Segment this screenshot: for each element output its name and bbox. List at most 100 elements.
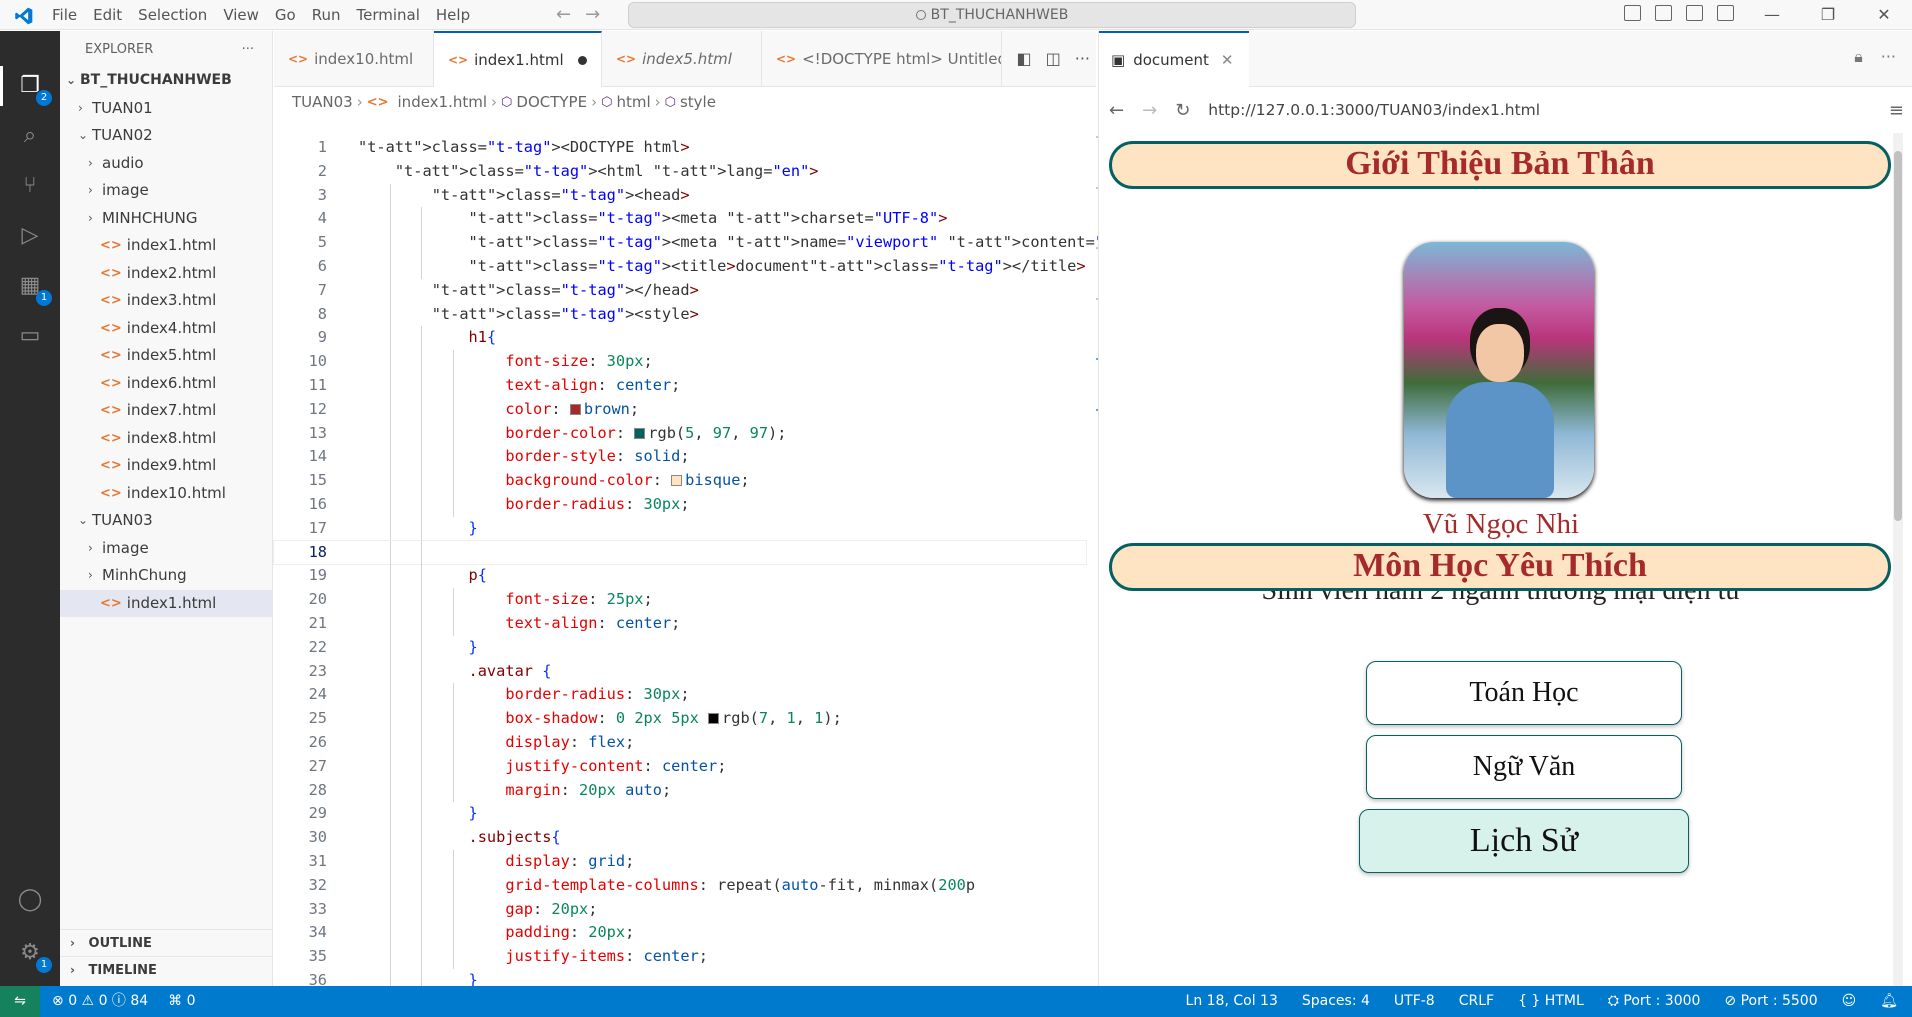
code-line[interactable]: 16 border-radius: 30px; [274, 492, 1086, 517]
folder-tuan02-minhchung[interactable]: › MINHCHUNG [60, 205, 272, 233]
code-area[interactable]: 1 "t-att">class="t-tag"><DOCTYPE html> 2 "… [273, 136, 1334, 1017]
code-line[interactable]: 31 display: grid; [274, 849, 1086, 874]
folder-tuan03-image[interactable]: › image [60, 535, 272, 563]
scroll-thumb[interactable] [1894, 151, 1902, 521]
code-line[interactable]: 9 h1{ [274, 326, 1086, 351]
remote-indicator-icon[interactable]: ⇋ [0, 986, 40, 1017]
code-line[interactable]: 30 .subjects{ [274, 826, 1086, 850]
file-tuan02-index4-html[interactable]: <> index4.html [60, 315, 272, 343]
menu-item-edit[interactable]: Edit [85, 6, 130, 24]
code-line[interactable]: 17 } [274, 516, 1086, 541]
code-line[interactable]: 34 padding: 20px; [274, 921, 1086, 946]
color-swatch[interactable] [634, 427, 646, 439]
file-tuan02-index8-html[interactable]: <> index8.html [60, 425, 272, 453]
problems-indicator[interactable]: ⊗ 0 ⚠ 0 ⓘ 84 [52, 986, 148, 1017]
cursor-position[interactable]: Ln 18, Col 13 [1186, 986, 1278, 1017]
notifications-icon[interactable]: 🔔︎ [1880, 986, 1898, 1017]
code-line[interactable]: 11 text-align: center; [274, 373, 1086, 398]
breadcrumb-item[interactable]: index1.html [398, 93, 488, 111]
menu-item-file[interactable]: File [44, 6, 85, 24]
code-line[interactable]: 33 gap: 20px; [274, 897, 1086, 922]
menu-item-view[interactable]: View [215, 6, 267, 24]
toggle-primary-sidebar-icon[interactable] [1624, 5, 1641, 21]
file-tuan02-index7-html[interactable]: <> index7.html [60, 397, 272, 425]
back-icon[interactable]: ← [1109, 100, 1124, 121]
code-line[interactable]: 5 "t-att">class="t-tag"><meta "t-att">na… [274, 231, 1334, 255]
more-actions-icon[interactable]: ··· [1881, 47, 1896, 67]
remote-explorer-icon[interactable]: ▭ [14, 320, 46, 352]
menu-item-terminal[interactable]: Terminal [349, 6, 428, 24]
tab-index10[interactable]: <> index10.html [274, 31, 434, 87]
code-line[interactable]: 28 margin: 20px auto; [274, 778, 1086, 803]
code-line[interactable]: 24 border-radius: 30px; [274, 683, 1086, 708]
folder-tuan03[interactable]: ⌄ TUAN03 [60, 507, 272, 535]
code-line[interactable]: 14 border-style: solid; [274, 445, 1086, 470]
code-line[interactable]: 21 text-align: center; [274, 611, 1086, 636]
code-line[interactable]: 12 color: brown; [274, 397, 1086, 422]
tab-index1[interactable]: <> index1.html [434, 31, 602, 87]
tab-document[interactable]: ▣ document ✕ [1099, 31, 1249, 87]
code-line[interactable]: 18 [273, 539, 1087, 566]
url-field[interactable]: http://127.0.0.1:3000/TUAN03/index1.html [1208, 101, 1540, 119]
code-line[interactable]: 27 justify-content: center; [274, 754, 1086, 779]
code-line[interactable]: 3 "t-att">class="t-tag"><head> [274, 183, 1086, 208]
tab-untitled[interactable]: <> <!DOCTYPE html> Untitled [762, 31, 1002, 87]
code-line[interactable]: 7 "t-att">class="t-tag"></head> [274, 278, 1086, 303]
port-5500[interactable]: ⊘ Port : 5500 [1724, 986, 1817, 1017]
color-swatch[interactable] [671, 475, 683, 487]
toggle-panel-icon[interactable] [1655, 5, 1672, 21]
breadcrumb-item[interactable]: style [680, 93, 716, 111]
language-mode[interactable]: { } HTML [1518, 986, 1584, 1017]
toggle-secondary-sidebar-icon[interactable] [1686, 5, 1703, 21]
outline-section[interactable]: › OUTLINE [60, 929, 273, 956]
folder-tuan02-image[interactable]: › image [60, 177, 272, 205]
extensions-icon[interactable]: ▦ 1 [14, 270, 52, 306]
file-tuan02-index1-html[interactable]: <> index1.html [60, 232, 272, 260]
command-center[interactable]: BT_THUCHANHWEB [628, 2, 1356, 28]
code-line[interactable]: 8 "t-att">class="t-tag"><style> [274, 302, 1086, 327]
line-endings[interactable]: CRLF [1459, 986, 1494, 1017]
code-line[interactable]: 2 "t-att">class="t-tag"><html "t-att">la… [274, 160, 1086, 184]
forward-arrow-icon[interactable]: → [585, 4, 600, 25]
breadcrumb-item[interactable]: TUAN03 [292, 93, 353, 111]
copilot-icon[interactable]: ☺ [1842, 986, 1857, 1017]
file-tuan03-index1-html[interactable]: <> index1.html [60, 589, 272, 617]
more-actions-icon[interactable]: ··· [1075, 49, 1090, 68]
code-line[interactable]: 23 .avatar { [274, 659, 1086, 684]
file-tuan02-index2-html[interactable]: <> index2.html [60, 260, 272, 288]
menu-item-run[interactable]: Run [304, 6, 349, 24]
tab-index5[interactable]: <> index5.html [602, 31, 762, 87]
file-tuan02-index6-html[interactable]: <> index6.html [60, 370, 272, 398]
folder-bt-thuchanhweb[interactable]: ⌄ BT_THUCHANHWEB [60, 67, 272, 95]
hamburger-menu-icon[interactable]: ≡ [1889, 100, 1904, 121]
close-window-icon[interactable]: ✕ [1856, 0, 1912, 30]
color-swatch[interactable] [569, 403, 581, 415]
reload-icon[interactable]: ↻ [1175, 100, 1190, 121]
back-arrow-icon[interactable]: ← [556, 4, 571, 25]
folder-tuan03-minhchung[interactable]: › MinhChung [60, 562, 272, 590]
port-3000[interactable]: ⛭ Port : 3000 [1608, 986, 1701, 1017]
source-control-icon[interactable]: ⑂ [14, 170, 46, 202]
customize-layout-icon[interactable] [1717, 5, 1734, 21]
settings-gear-icon[interactable]: ⚙ 1 [14, 937, 52, 973]
more-actions-icon[interactable]: ··· [242, 42, 254, 57]
close-tab-icon[interactable]: ✕ [1221, 51, 1234, 69]
code-line[interactable]: 19 p{ [274, 564, 1086, 589]
search-view-icon[interactable]: ⌕ [14, 120, 46, 152]
indentation[interactable]: Spaces: 4 [1302, 986, 1370, 1017]
code-line[interactable]: 20 font-size: 25px; [274, 588, 1086, 612]
run-debug-icon[interactable]: ▷ [14, 220, 46, 252]
breadcrumb-item[interactable]: html [616, 93, 650, 111]
code-line[interactable]: 22 } [274, 635, 1086, 660]
file-tuan02-index5-html[interactable]: <> index5.html [60, 342, 272, 370]
file-tuan02-index10-html[interactable]: <> index10.html [60, 480, 272, 508]
lock-icon[interactable]: 🔒︎ [1854, 47, 1863, 67]
color-swatch[interactable] [708, 713, 720, 725]
code-line[interactable]: 15 background-color: bisque; [274, 469, 1086, 493]
preview-scrollbar[interactable] [1893, 133, 1903, 986]
folder-tuan02[interactable]: ⌄ TUAN02 [60, 122, 272, 150]
code-line[interactable]: 10 font-size: 30px; [274, 350, 1086, 374]
code-line[interactable]: 6 "t-att">class="t-tag"><title>document"… [274, 254, 1086, 279]
menu-item-go[interactable]: Go [267, 6, 304, 24]
menu-item-selection[interactable]: Selection [130, 6, 215, 24]
